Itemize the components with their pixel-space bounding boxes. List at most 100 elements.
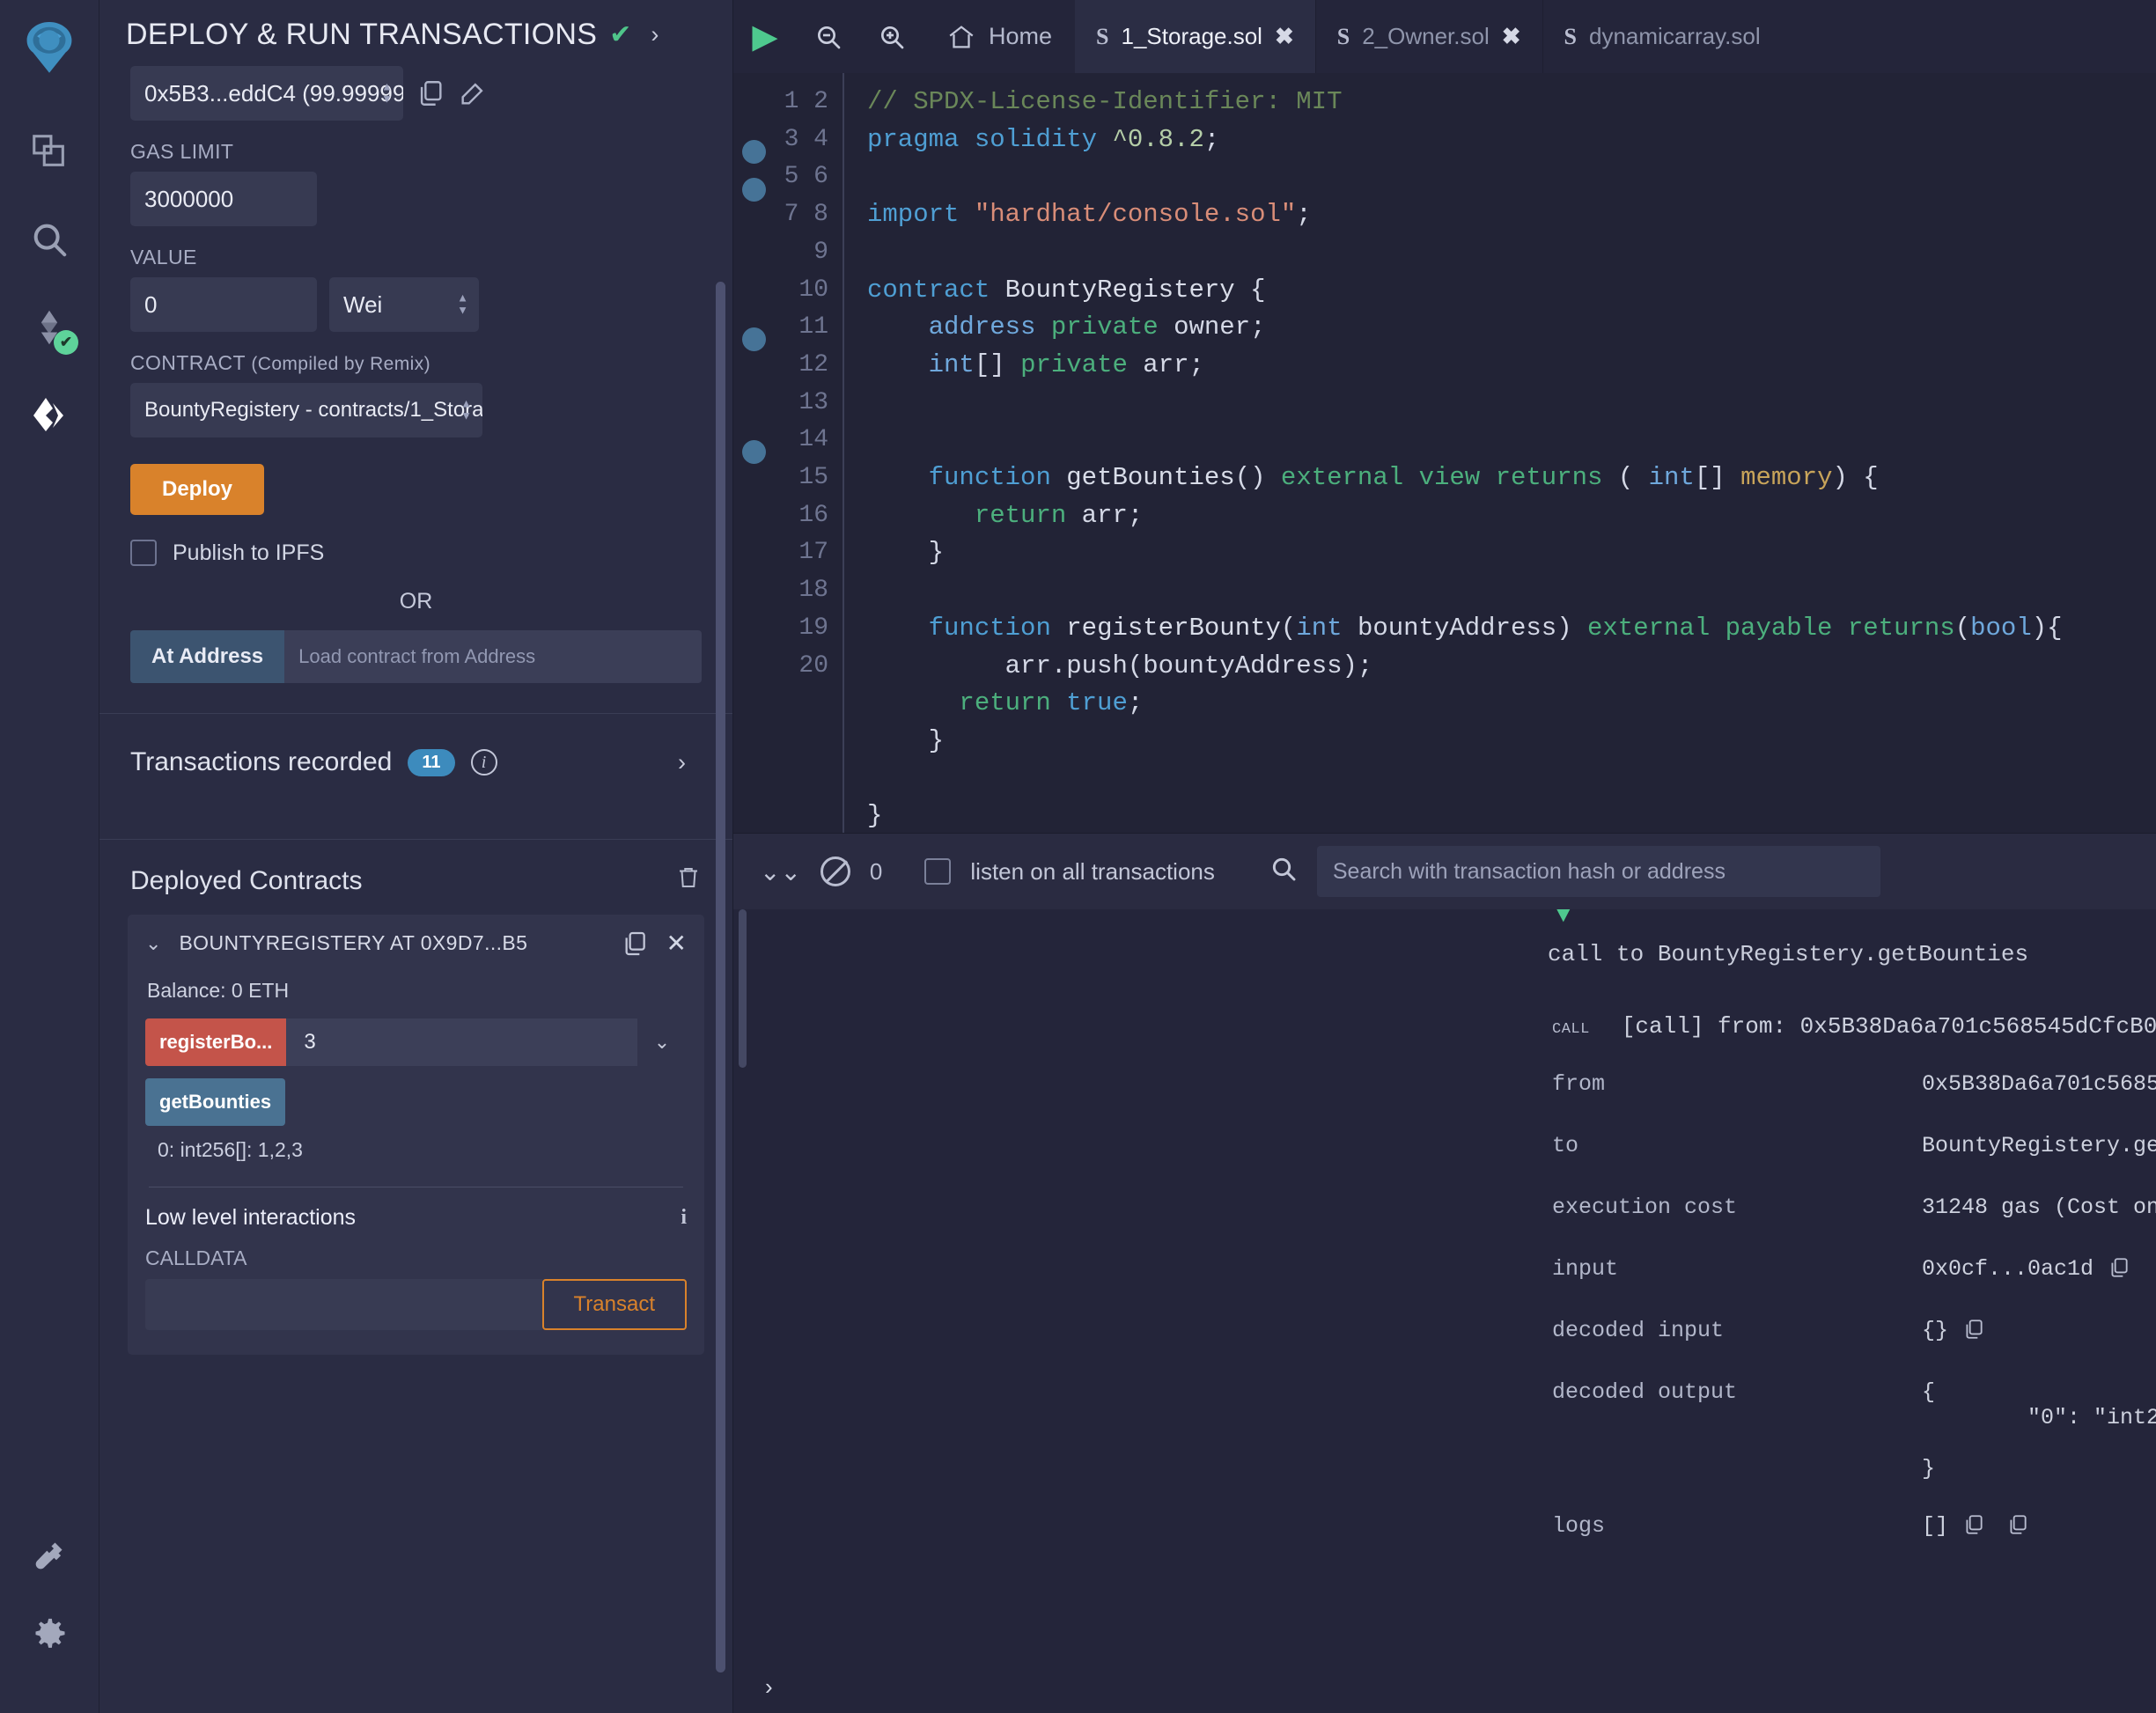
- double-chevron-down-icon[interactable]: ⌄⌄: [760, 857, 801, 886]
- deployed-contract-name: BOUNTYREGISTERY AT 0X9D7...B5: [179, 931, 528, 954]
- close-contract-icon[interactable]: ✕: [666, 929, 687, 958]
- panel-header: DEPLOY & RUN TRANSACTIONS ✔ ›: [99, 0, 732, 66]
- register-bounty-arg-input[interactable]: 3: [286, 1018, 637, 1066]
- sidebar-scrollbar[interactable]: [716, 282, 725, 1673]
- panel-check-icon: ✔: [609, 19, 632, 49]
- get-bounties-return-value: 0: int256[]: 1,2,3: [158, 1138, 303, 1161]
- contract-select[interactable]: BountyRegistery - contracts/1_Storag ▲ ▼: [130, 383, 482, 437]
- get-bounties-button[interactable]: getBounties: [145, 1078, 286, 1126]
- at-address-input[interactable]: [284, 630, 702, 683]
- function-row-getbounties: getBounties: [145, 1078, 687, 1126]
- detail-row-decoded-input: decoded input {}: [733, 1318, 2156, 1348]
- info-icon[interactable]: i: [470, 749, 497, 776]
- trash-icon[interactable]: [675, 864, 702, 897]
- publish-ipfs-checkbox[interactable]: [130, 540, 157, 566]
- contract-label-sub: (Compiled by Remix): [251, 354, 431, 374]
- copy-icon[interactable]: [1962, 1513, 1985, 1543]
- sidebar-item-solidity-compiler[interactable]: ✔: [22, 300, 78, 355]
- account-stepper-icon[interactable]: ▲ ▼: [381, 80, 393, 105]
- publish-ipfs-row: Publish to IPFS: [130, 540, 702, 566]
- tab-dynamicarray-sol[interactable]: S dynamicarray.sol: [1543, 0, 1782, 73]
- copy-icon[interactable]: [2108, 1256, 2130, 1286]
- zoom-in-icon[interactable]: [860, 0, 923, 73]
- zoom-out-icon[interactable]: [797, 0, 860, 73]
- tab-label: dynamicarray.sol: [1589, 23, 1761, 49]
- register-bounty-button[interactable]: registerBo...: [145, 1018, 287, 1066]
- value-unit: Wei: [343, 290, 383, 318]
- close-tab-icon[interactable]: ✖: [1275, 23, 1294, 50]
- deploy-button[interactable]: Deploy: [130, 464, 265, 515]
- breakpoint-marker[interactable]: [742, 440, 766, 464]
- copy-account-icon[interactable]: [416, 78, 445, 108]
- tab-1-storage-sol[interactable]: S 1_Storage.sol ✖: [1075, 0, 1316, 73]
- detail-value: 0x0cf...0ac1d: [1922, 1256, 2094, 1282]
- account-row: 0x5B3...eddC4 (99.99999999 ▲▼: [130, 66, 702, 121]
- sidebar-item-deploy-run[interactable]: [22, 388, 77, 443]
- detail-value: {}: [1922, 1318, 1949, 1343]
- transact-button[interactable]: Transact: [541, 1279, 687, 1330]
- breakpoint-marker[interactable]: [742, 178, 766, 202]
- function-row-registerbounty: registerBo... 3 ⌄: [145, 1018, 687, 1066]
- detail-key: from: [1552, 1071, 1606, 1097]
- terminal-output[interactable]: ▼ call to BountyRegistery.getBounties CA…: [733, 909, 2156, 1660]
- detail-value: 31248 gas (Cost only applies when called…: [1922, 1195, 2156, 1220]
- code-content[interactable]: // SPDX-License-Identifier: MIT pragma s…: [843, 73, 2156, 833]
- terminal-expand-icon[interactable]: ›: [765, 1673, 773, 1701]
- play-icon[interactable]: ▶: [733, 0, 797, 73]
- transactions-recorded-count: 11: [408, 748, 455, 776]
- at-address-button[interactable]: At Address: [130, 630, 285, 683]
- contract-stepper-icon[interactable]: ▲ ▼: [460, 397, 472, 422]
- code-editor[interactable]: 1 2 3 4 5 6 7 8 9 10 11 12 13 14 15 16 1…: [733, 73, 2156, 833]
- breakpoint-marker[interactable]: [742, 327, 766, 351]
- gas-limit-input[interactable]: 3000000: [130, 172, 317, 226]
- copy-logs-icon[interactable]: [2006, 1513, 2029, 1543]
- detail-row-logs: logs []: [733, 1513, 2156, 1543]
- copy-contract-address-icon[interactable]: [621, 930, 649, 958]
- sidebar-item-settings[interactable]: [23, 1609, 77, 1664]
- clear-console-icon[interactable]: [820, 856, 850, 886]
- value-input[interactable]: 0: [130, 277, 317, 332]
- at-address-row: At Address: [130, 630, 702, 683]
- page-title: DEPLOY & RUN TRANSACTIONS: [126, 18, 598, 51]
- call-summary: [call] from: 0x5B38Da6a701c568545dCfcB03…: [1621, 1013, 2156, 1040]
- terminal-panel: ⌄⌄ 0 listen on all transactions ▼ call t…: [733, 833, 2156, 1713]
- log-status-icon: ▼: [1556, 909, 1571, 929]
- listen-all-transactions-checkbox[interactable]: [924, 858, 952, 885]
- low-level-info-icon[interactable]: i: [681, 1206, 687, 1230]
- unit-stepper-icon[interactable]: ▲ ▼: [457, 291, 468, 316]
- detail-key: execution cost: [1552, 1195, 1738, 1220]
- copy-icon[interactable]: [1962, 1318, 1985, 1348]
- sidebar-item-file-explorer[interactable]: [22, 124, 77, 179]
- low-level-header: Low level interactions i: [145, 1205, 687, 1231]
- value-unit-select[interactable]: Wei ▲ ▼: [329, 277, 479, 332]
- tab-label: 1_Storage.sol: [1121, 23, 1262, 49]
- edit-account-icon[interactable]: [458, 78, 488, 108]
- panel-expand-icon[interactable]: ›: [651, 21, 659, 48]
- account-select[interactable]: 0x5B3...eddC4 (99.99999999 ▲▼: [130, 66, 403, 121]
- detail-key: input: [1552, 1256, 1619, 1282]
- tab-home[interactable]: Home: [923, 0, 1075, 73]
- transactions-recorded-row[interactable]: Transactions recorded 11 i ›: [99, 714, 732, 809]
- breakpoint-marker[interactable]: [742, 140, 766, 164]
- deployed-contracts-title: Deployed Contracts: [130, 865, 363, 895]
- tab-2-owner-sol[interactable]: S 2_Owner.sol ✖: [1316, 0, 1543, 73]
- detail-value: 0x5B38Da6a701c568545dCfcB03FcB875f56bedd…: [1922, 1071, 2156, 1097]
- chevron-down-icon[interactable]: ⌄: [145, 932, 161, 955]
- search-icon: [1269, 855, 1298, 889]
- low-level-title: Low level interactions: [145, 1205, 357, 1230]
- detail-row-decoded-output: decoded output { "0": "int256[]: 1,2,3" …: [733, 1379, 2156, 1481]
- expand-args-chevron-icon[interactable]: ⌄: [637, 1018, 687, 1066]
- value-label: VALUE: [130, 246, 197, 268]
- close-tab-icon[interactable]: ✖: [1502, 23, 1521, 50]
- sidebar-item-search[interactable]: [22, 212, 77, 267]
- gas-limit-label: GAS LIMIT: [130, 140, 234, 163]
- editor-tabbar: ▶ Home S 1_Storage.sol ✖ S 2_Owner.sol ✖…: [733, 0, 2156, 73]
- calldata-input[interactable]: [145, 1279, 542, 1330]
- transaction-search-input[interactable]: [1316, 846, 1880, 897]
- or-separator-label: OR: [399, 589, 433, 614]
- transactions-recorded-label: Transactions recorded: [130, 747, 393, 776]
- sidebar-item-plugin-manager[interactable]: [23, 1530, 77, 1584]
- main-area: ▶ Home S 1_Storage.sol ✖ S 2_Owner.sol ✖…: [733, 0, 2156, 1713]
- transactions-expand-icon[interactable]: ›: [678, 749, 686, 776]
- terminal-toolbar: ⌄⌄ 0 listen on all transactions: [733, 834, 2156, 909]
